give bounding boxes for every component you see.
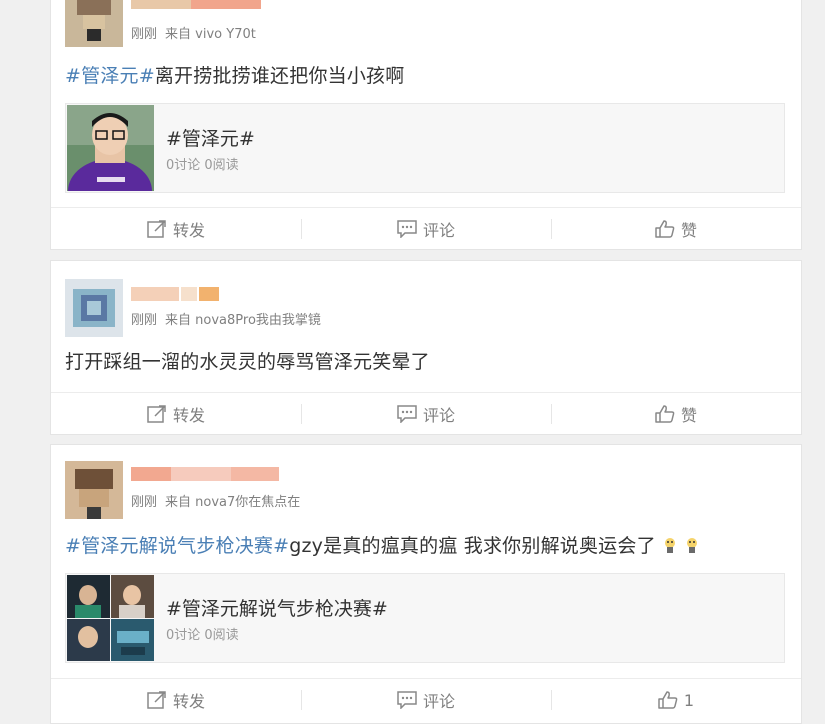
post-source[interactable]: nova8Pro我由我掌镜: [195, 313, 321, 328]
thumbs-up-icon: [655, 220, 675, 238]
post-meta: 刚刚 来自 vivo Y70t: [131, 23, 256, 42]
post-text: #管泽元解说气步枪决赛#gzy是真的瘟真的瘟 我求你别解说奥运会了: [65, 531, 700, 558]
repost-icon: [147, 691, 166, 709]
like-count: 1: [683, 690, 695, 710]
comment-button[interactable]: 评论: [301, 393, 551, 435]
comment-label: 评论: [422, 692, 455, 711]
topic-title[interactable]: #管泽元#: [166, 124, 255, 151]
post-time: 刚刚: [131, 495, 158, 510]
comment-icon: [397, 691, 417, 709]
post-actions: 转发 评论 赞: [51, 207, 801, 250]
thumbs-up-icon: [658, 691, 678, 709]
avatar[interactable]: [65, 461, 123, 519]
topic-card[interactable]: #管泽元解说气步枪决赛# 0讨论 0阅读: [65, 573, 785, 663]
username-blurred[interactable]: [131, 283, 281, 305]
topic-thumbnail: [67, 105, 154, 191]
comment-label: 评论: [422, 221, 455, 240]
like-label: 赞: [680, 221, 697, 240]
post-meta: 刚刚 来自 nova8Pro我由我掌镜: [131, 309, 321, 328]
post-body: 打开踩组一溜的水灵灵的辱骂管泽元笑晕了: [65, 351, 430, 373]
post-source-prefix: 来自: [165, 495, 192, 510]
like-button[interactable]: 赞: [551, 393, 801, 435]
post-actions: 转发 评论 赞: [51, 392, 801, 435]
post-time: 刚刚: [131, 27, 158, 42]
repost-icon: [147, 405, 166, 423]
post-source-prefix: 来自: [165, 27, 192, 42]
post-card: 刚刚 来自 nova7你在焦点在 #管泽元解说气步枪决赛#gzy是真的瘟真的瘟 我…: [50, 444, 802, 724]
comment-icon: [397, 220, 417, 238]
comment-icon: [397, 405, 417, 423]
repost-button[interactable]: 转发: [51, 208, 301, 250]
username-blurred[interactable]: [131, 0, 281, 15]
like-label: 赞: [680, 406, 697, 425]
page-left-margin: [0, 0, 50, 717]
repost-button[interactable]: 转发: [51, 393, 301, 435]
username-blurred[interactable]: [131, 463, 281, 485]
topic-stats: 0讨论 0阅读: [166, 628, 239, 643]
post-source[interactable]: vivo Y70t: [195, 27, 256, 42]
repost-label: 转发: [172, 221, 205, 240]
repost-label: 转发: [172, 406, 205, 425]
repost-button[interactable]: 转发: [51, 679, 301, 721]
avatar[interactable]: [65, 279, 123, 337]
post-text: #管泽元#离开捞批捞谁还把你当小孩啊: [65, 61, 404, 88]
hashtag-link[interactable]: #管泽元#: [65, 65, 155, 87]
comment-button[interactable]: 评论: [301, 208, 551, 250]
post-source-prefix: 来自: [165, 313, 192, 328]
comment-label: 评论: [422, 406, 455, 425]
avatar[interactable]: [65, 0, 123, 47]
topic-thumbnail: [67, 575, 154, 661]
post-time: 刚刚: [131, 313, 158, 328]
like-button[interactable]: 赞: [551, 208, 801, 250]
topic-stats: 0讨论 0阅读: [166, 158, 239, 173]
post-actions: 转发 评论 1: [51, 678, 801, 721]
crying-emoji-icon: [686, 538, 697, 553]
page-right-margin: [802, 0, 825, 717]
thumbs-up-icon: [655, 405, 675, 423]
post-body: gzy是真的瘟真的瘟 我求你别解说奥运会了: [289, 535, 656, 557]
topic-title[interactable]: #管泽元解说气步枪决赛#: [166, 594, 388, 621]
comment-button[interactable]: 评论: [301, 679, 551, 721]
topic-card[interactable]: #管泽元# 0讨论 0阅读: [65, 103, 785, 193]
post-card: 刚刚 来自 vivo Y70t #管泽元#离开捞批捞谁还把你当小孩啊 #管泽元#…: [50, 0, 802, 250]
like-button[interactable]: 1: [551, 679, 801, 721]
crying-emoji-icon: [664, 538, 675, 553]
repost-icon: [147, 220, 166, 238]
post-meta: 刚刚 来自 nova7你在焦点在: [131, 491, 300, 510]
post-source[interactable]: nova7你在焦点在: [195, 495, 300, 510]
post-text: 打开踩组一溜的水灵灵的辱骂管泽元笑晕了: [65, 347, 430, 374]
hashtag-link[interactable]: #管泽元解说气步枪决赛#: [65, 535, 289, 557]
repost-label: 转发: [172, 692, 205, 711]
post-body: 离开捞批捞谁还把你当小孩啊: [154, 65, 405, 87]
post-card: 刚刚 来自 nova8Pro我由我掌镜 打开踩组一溜的水灵灵的辱骂管泽元笑晕了 转…: [50, 260, 802, 435]
